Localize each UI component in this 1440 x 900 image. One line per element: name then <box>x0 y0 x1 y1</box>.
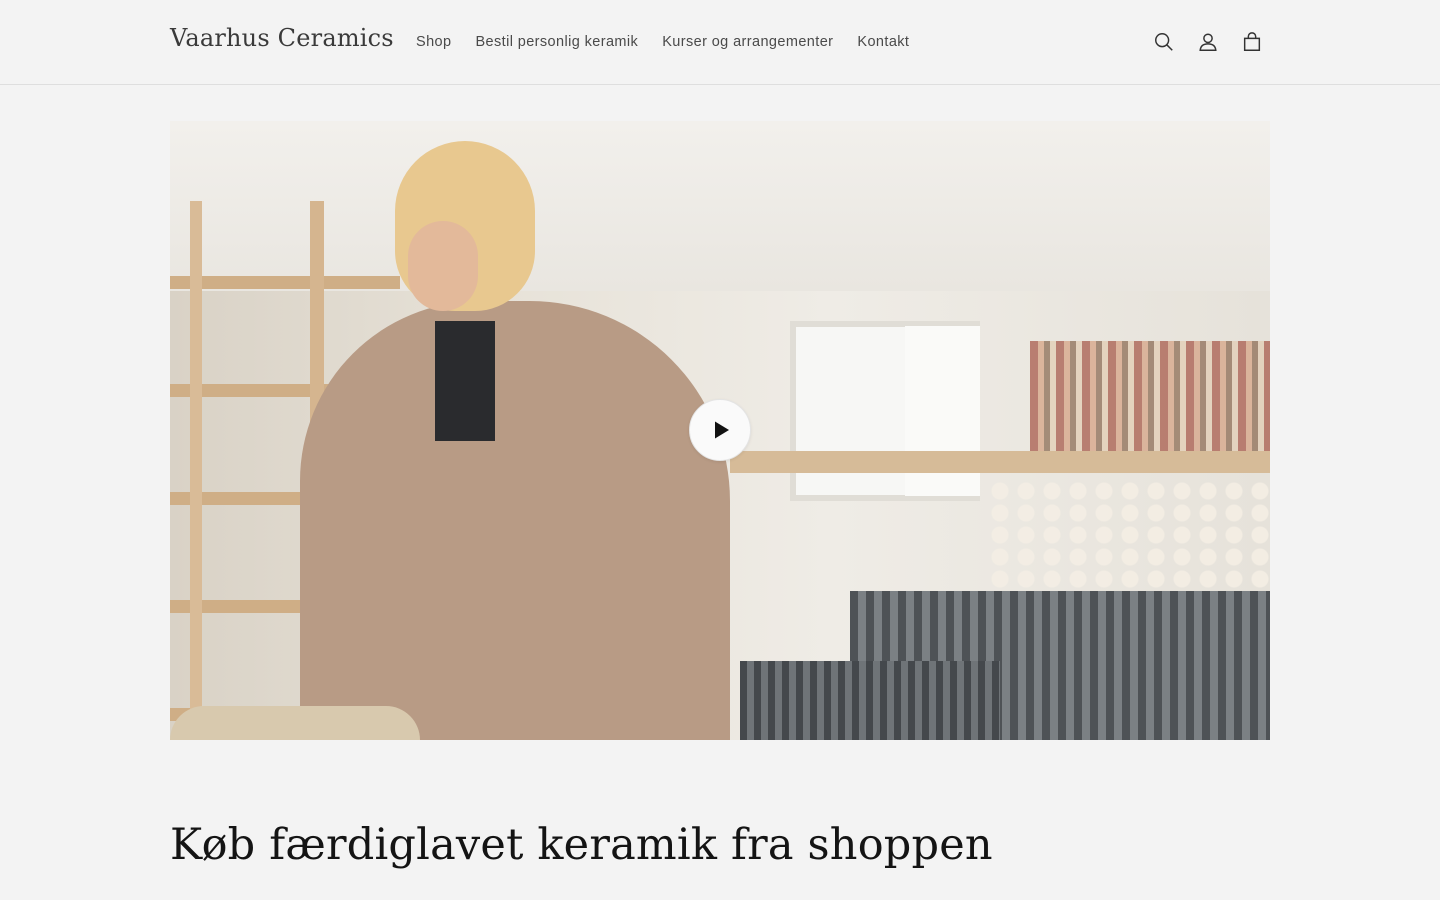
video-scene-glaze-shelf <box>1030 341 1270 461</box>
site-logo[interactable]: Vaarhus Ceramics <box>170 24 394 52</box>
search-icon <box>1155 33 1173 51</box>
play-button[interactable] <box>689 399 751 461</box>
account-icon <box>1199 33 1217 51</box>
account-button[interactable] <box>1186 20 1230 64</box>
video-scene-clay <box>170 706 420 740</box>
site-header: Vaarhus Ceramics Shop Bestil personlig k… <box>0 0 1440 85</box>
nav-item-contact[interactable]: Kontakt <box>845 34 921 50</box>
cart-icon <box>1243 32 1261 51</box>
header-icons <box>1142 20 1274 64</box>
cart-button[interactable] <box>1230 20 1274 64</box>
video-scene-shelf-post <box>190 201 202 740</box>
nav-item-custom-ceramics[interactable]: Bestil personlig keramik <box>463 34 650 50</box>
nav-item-shop[interactable]: Shop <box>404 34 463 50</box>
video-scene-table <box>730 451 1270 473</box>
video-scene-cups <box>990 481 1270 601</box>
search-button[interactable] <box>1142 20 1186 64</box>
section-title: Køb færdiglavet keramik fra shoppen <box>170 820 993 870</box>
nav-item-courses-events[interactable]: Kurser og arrangementer <box>650 34 845 50</box>
play-icon <box>715 421 729 439</box>
hero-video[interactable] <box>170 121 1270 740</box>
video-scene-face <box>408 221 478 311</box>
main-nav: Shop Bestil personlig keramik Kurser og … <box>404 0 921 84</box>
video-scene-person <box>300 301 730 740</box>
video-scene-crate <box>740 661 1000 740</box>
video-scene-shirt <box>435 321 495 441</box>
